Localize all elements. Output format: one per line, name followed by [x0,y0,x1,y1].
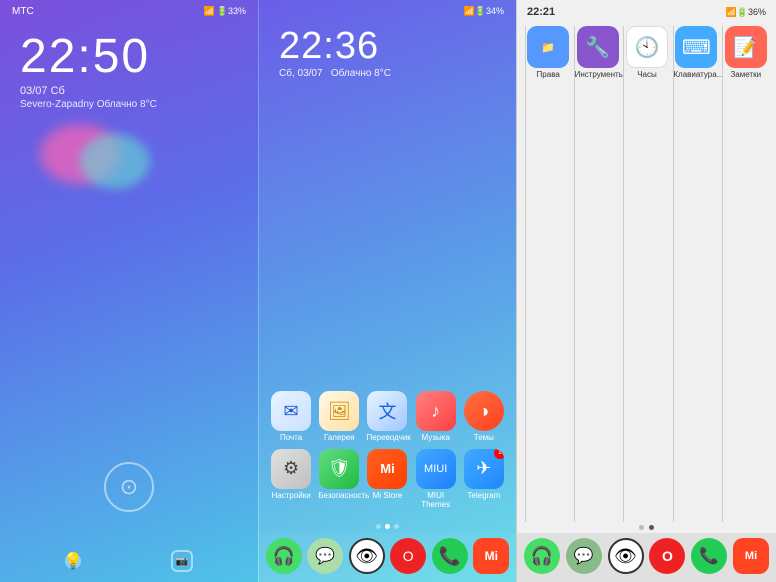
dot-2 [385,524,390,529]
app-telegram-label: Telegram [467,491,500,501]
p3-dot-1 [639,525,644,530]
music-icon: ♪ [416,391,456,431]
status-icons-3: 📶🔋36% [726,7,766,18]
app-drawer-grid: 📁 Права 🔧 Инструменты 🕙 Часы ⌨ Клавиатур… [517,22,776,522]
dock-whatsapp[interactable]: 📞 [432,538,468,574]
app-themes-label: Темы [474,433,494,443]
spacer-2 [259,83,516,387]
app-translate-label: Переводчик [366,433,408,443]
panel-app-drawer: 22:21 📶🔋36% 📁 Права 🔧 Инструменты 🕙 Часы… [516,0,776,582]
app-gallery-label: Галерея [324,433,355,443]
app-translate[interactable]: 文 Переводчик [365,391,409,443]
drawer-app-tools[interactable]: 🔧 Инструменты [574,26,620,522]
app-row-2: ⚙ Настройки 🛡 Безопасность Mi Mi Store M… [267,449,508,510]
tools-label: Инструменты [575,70,621,80]
themes-icon: ◑ [464,391,504,431]
app-telegram[interactable]: ✈ 1 Telegram [462,449,506,510]
time-display-1: 22:50 [20,33,150,81]
app-security-label: Безопасность [318,491,360,501]
date-1: 03/07 Сб [20,85,65,97]
gallery-icon: 🖼 [319,391,359,431]
app-settings-label: Настройки [271,491,310,501]
weather-1: Severo-Zapadny Облачно 8°C [20,99,157,110]
blob-teal [80,134,150,189]
p3-page-dots [517,522,776,533]
telegram-icon: ✈ 1 [464,449,504,489]
dock-opera[interactable]: O [390,538,426,574]
clock-icon: 🕙 [626,26,668,68]
status-bar-2: 📶🔋34% [259,0,516,17]
dock-mi[interactable]: Mi [473,538,509,574]
dock-headphones[interactable]: 🎧 [266,538,302,574]
keyboard-icon: ⌨ [675,26,717,68]
dot-3 [394,524,399,529]
app-mistore[interactable]: Mi Mi Store [365,449,409,510]
camera-icon[interactable]: 📷 [171,550,193,572]
app-mail-label: Почта [280,433,302,443]
dock-3: 🎧 💬 👁 O 📞 Mi [517,533,776,582]
app-music[interactable]: ♪ Музыка [414,391,458,443]
translate-icon: 文 [367,391,407,431]
app-gallery[interactable]: 🖼 Галерея [317,391,361,443]
app-themes[interactable]: ◑ Темы [462,391,506,443]
apps-bottom: ✉ Почта 🖼 Галерея 文 Переводчик ♪ Музыка … [259,387,516,520]
keyboard-label: Клавиатура... [673,70,719,80]
dock-2: 🎧 💬 👁 O 📞 Mi [259,533,516,582]
page-dots-2 [259,520,516,533]
fingerprint-area[interactable]: ⊙ [0,462,258,542]
carrier-1: МТС [12,6,34,17]
app-miui-label: MIUI Themes [415,491,457,510]
dot-1 [376,524,381,529]
notes-label: Заметки [730,70,761,80]
time-display-2: 22:36 [279,27,496,65]
light-icon[interactable]: 💡 [65,553,81,569]
clock-label: Часы [637,70,657,80]
app-miui[interactable]: MIUI MIUI Themes [414,449,458,510]
app-mail[interactable]: ✉ Почта [269,391,313,443]
files-label: Права [537,70,560,80]
dock-eye[interactable]: 👁 [349,538,385,574]
status-bar-3: 22:21 📶🔋36% [517,0,776,22]
app-security[interactable]: 🛡 Безопасность [317,449,361,510]
telegram-badge: 1 [494,449,504,459]
drawer-row-1: 📁 Права 🔧 Инструменты 🕙 Часы ⌨ Клавиатур… [523,26,770,522]
drawer-app-clock[interactable]: 🕙 Часы [623,26,669,522]
dock3-mi[interactable]: Mi [733,538,769,574]
date-weather-2: Сб, 03/07 Облачно 8°C [279,68,496,79]
app-settings[interactable]: ⚙ Настройки [269,449,313,510]
mistore-icon: Mi [367,449,407,489]
panel-home-screen: 📶🔋34% 22:36 Сб, 03/07 Облачно 8°C ✉ Почт… [258,0,516,582]
miui-icon: MIUI [416,449,456,489]
mail-icon: ✉ [271,391,311,431]
dock3-headphones[interactable]: 🎧 [524,538,560,574]
clock-area-2: 22:36 Сб, 03/07 Облачно 8°C [259,17,516,83]
security-icon: 🛡 [319,449,359,489]
notes-icon: 📝 [725,26,767,68]
files-icon: 📁 [527,26,569,68]
drawer-app-keyboard[interactable]: ⌨ Клавиатура... [673,26,719,522]
drawer-app-files[interactable]: 📁 Права [525,26,571,522]
time-3: 22:21 [527,6,555,18]
tools-icon: 🔧 [577,26,619,68]
settings-icon: ⚙ [271,449,311,489]
status-icons-1: 📶 🔋33% [204,6,246,17]
wallpaper-blobs [0,114,258,462]
status-bar-1: МТС 📶 🔋33% [0,0,258,17]
p3-dot-2 [649,525,654,530]
dock3-eye[interactable]: 👁 [608,538,644,574]
app-row-1: ✉ Почта 🖼 Галерея 文 Переводчик ♪ Музыка … [267,391,508,443]
fingerprint-icon[interactable]: ⊙ [104,462,154,512]
dock3-opera[interactable]: O [649,538,685,574]
drawer-app-notes[interactable]: 📝 Заметки [722,26,768,522]
dock3-whatsapp[interactable]: 📞 [691,538,727,574]
panel-lock-screen: МТС 📶 🔋33% 22:50 03/07 Сб Severo-Zapadny… [0,0,258,582]
clock-area-1: 22:50 03/07 Сб Severo-Zapadny Облачно 8°… [0,17,258,114]
app-mistore-label: Mi Store [373,491,403,501]
app-music-label: Музыка [422,433,450,443]
status-icons-2: 📶🔋34% [464,6,504,17]
lock-bottom-bar: 💡 📷 [0,542,258,582]
dock-messages[interactable]: 💬 [307,538,343,574]
dock3-messages[interactable]: 💬 [566,538,602,574]
